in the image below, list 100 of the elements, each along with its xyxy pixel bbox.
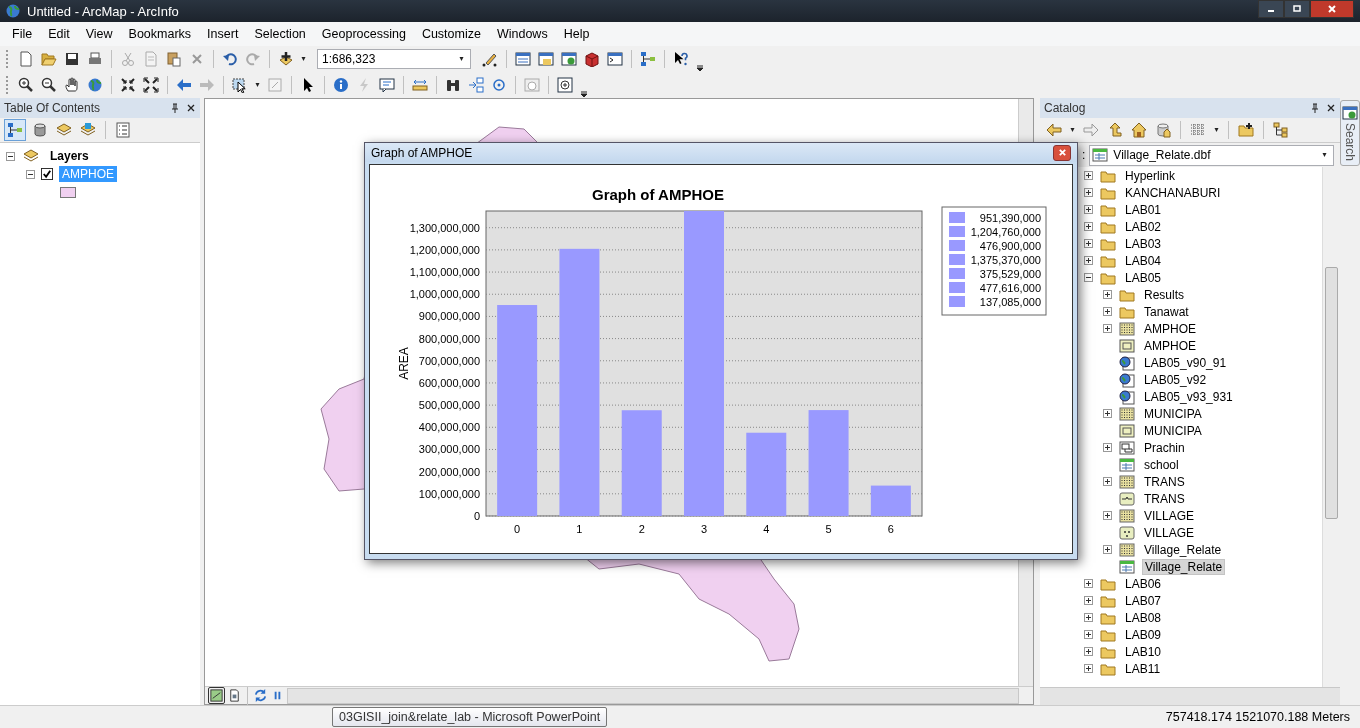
catalog-item[interactable]: LAB05: [1123, 270, 1164, 285]
catalog-item[interactable]: LAB05_v90_91: [1142, 355, 1229, 370]
catalog-item[interactable]: LAB08: [1123, 610, 1164, 625]
catalog-item[interactable]: Village_Relate: [1142, 558, 1226, 575]
catalog-item[interactable]: LAB03: [1123, 236, 1164, 251]
home-icon[interactable]: [1129, 120, 1149, 140]
info-icon[interactable]: [331, 75, 351, 95]
magnifier-window-icon[interactable]: [555, 75, 575, 95]
paste-icon[interactable]: [164, 49, 184, 69]
legend-swatch[interactable]: [60, 186, 76, 198]
catalog-item[interactable]: Hyperlink: [1123, 168, 1177, 183]
layout-view-icon[interactable]: [227, 688, 242, 703]
pin-icon[interactable]: [170, 103, 180, 113]
dropdown-caret-icon[interactable]: [300, 57, 307, 61]
expand-box-icon[interactable]: [1103, 477, 1112, 486]
catalog-item[interactable]: KANCHANABURI: [1123, 185, 1223, 200]
collapse-box-icon[interactable]: [6, 151, 15, 161]
expand-box-icon[interactable]: [1084, 664, 1093, 673]
expand-box-icon[interactable]: [1084, 613, 1093, 622]
horizontal-scrollbar[interactable]: [1040, 687, 1340, 705]
expand-box-icon[interactable]: [1084, 579, 1093, 588]
vertical-scrollbar[interactable]: [1322, 167, 1340, 687]
close-icon[interactable]: [1326, 103, 1336, 113]
catalog-item[interactable]: LAB10: [1123, 644, 1164, 659]
search-window-icon[interactable]: [559, 49, 579, 69]
expand-box-icon[interactable]: [1103, 511, 1112, 520]
catalog-item[interactable]: AMPHOE: [1142, 321, 1198, 336]
pin-icon[interactable]: [1310, 103, 1320, 113]
dropdown-caret-icon[interactable]: [1069, 128, 1076, 132]
catalog-item[interactable]: Tanawat: [1142, 304, 1191, 319]
refresh-icon[interactable]: [253, 688, 268, 703]
list-by-drawing-order-icon[interactable]: [4, 119, 26, 141]
checkbox[interactable]: [41, 168, 53, 180]
catalog-item[interactable]: TRANS: [1142, 474, 1187, 489]
minimize-button[interactable]: [1258, 0, 1284, 18]
catalog-item[interactable]: VILLAGE: [1142, 508, 1197, 523]
menu-item[interactable]: Selection: [246, 27, 314, 41]
catalog-item[interactable]: Village_Relate: [1142, 542, 1224, 557]
layer-group-label[interactable]: Layers: [47, 148, 92, 164]
search-tab[interactable]: Search: [1340, 100, 1360, 167]
close-button[interactable]: [1310, 0, 1354, 18]
expand-box-icon[interactable]: [1103, 443, 1112, 452]
catalog-item[interactable]: LAB04: [1123, 253, 1164, 268]
arrows-out-icon[interactable]: [141, 75, 161, 95]
close-icon[interactable]: [186, 103, 196, 113]
expand-box-icon[interactable]: [1084, 596, 1093, 605]
expand-box-icon[interactable]: [1084, 188, 1093, 197]
menu-item[interactable]: Windows: [488, 27, 556, 41]
expand-box-icon[interactable]: [1084, 647, 1093, 656]
menu-item[interactable]: Insert: [199, 27, 247, 41]
menu-item[interactable]: Edit: [40, 27, 78, 41]
horizontal-scrollbar[interactable]: [287, 687, 1019, 704]
catalog-item[interactable]: MUNICIPA: [1142, 423, 1204, 438]
menu-item[interactable]: Geoprocessing: [313, 27, 414, 41]
catalog-item[interactable]: LAB05_v93_931: [1142, 389, 1235, 404]
scale-dropdown[interactable]: 1:686,323: [317, 49, 471, 69]
menu-item[interactable]: Customize: [413, 27, 489, 41]
new-folder-icon[interactable]: [1236, 120, 1256, 140]
menu-item[interactable]: View: [77, 27, 121, 41]
collapse-box-icon[interactable]: [26, 169, 35, 179]
catalog-item[interactable]: AMPHOE: [1142, 338, 1198, 353]
close-button[interactable]: [1053, 144, 1071, 161]
expand-box-icon[interactable]: [1084, 273, 1093, 282]
catalog-window-icon[interactable]: [536, 49, 556, 69]
expand-box-icon[interactable]: [1084, 222, 1093, 231]
expand-box-icon[interactable]: [1103, 290, 1112, 299]
catalog-item[interactable]: MUNICIPA: [1142, 406, 1204, 421]
catalog-item[interactable]: Prachin: [1142, 440, 1187, 455]
catalog-item[interactable]: LAB06: [1123, 576, 1164, 591]
expand-box-icon[interactable]: [1084, 256, 1093, 265]
expand-box-icon[interactable]: [1103, 324, 1112, 333]
dropdown-caret-icon[interactable]: [1213, 128, 1220, 132]
dropdown-caret-icon[interactable]: [254, 83, 261, 87]
table-window-icon[interactable]: [513, 49, 533, 69]
menu-item[interactable]: Help: [555, 27, 598, 41]
expand-box-icon[interactable]: [1103, 409, 1112, 418]
expand-box-icon[interactable]: [1084, 205, 1093, 214]
popup-icon[interactable]: [377, 75, 397, 95]
catalog-item[interactable]: LAB09: [1123, 627, 1164, 642]
menu-item[interactable]: Bookmarks: [120, 27, 200, 41]
options-list-icon[interactable]: [113, 120, 133, 140]
expand-box-icon[interactable]: [1084, 630, 1093, 639]
catalog-item[interactable]: school: [1142, 457, 1181, 472]
tree-view-icon[interactable]: [1271, 120, 1291, 140]
catalog-item[interactable]: LAB07: [1123, 593, 1164, 608]
catalog-item[interactable]: LAB02: [1123, 219, 1164, 234]
catalog-item[interactable]: LAB05_v92: [1142, 372, 1209, 387]
expand-box-icon[interactable]: [1103, 307, 1112, 316]
data-view-icon[interactable]: [208, 687, 225, 704]
catalog-item[interactable]: LAB11: [1123, 661, 1163, 676]
location-dropdown[interactable]: Village_Relate.dbf: [1089, 144, 1334, 166]
expand-box-icon[interactable]: [1084, 171, 1093, 180]
maximize-button[interactable]: [1284, 0, 1310, 18]
catalog-item[interactable]: VILLAGE: [1142, 525, 1197, 540]
expand-box-icon[interactable]: [1084, 239, 1093, 248]
catalog-item[interactable]: TRANS: [1142, 491, 1187, 506]
model-builder-icon[interactable]: [638, 49, 658, 69]
catalog-item[interactable]: LAB01: [1123, 202, 1164, 217]
catalog-item[interactable]: Results: [1142, 287, 1186, 302]
menu-item[interactable]: File: [4, 27, 41, 41]
